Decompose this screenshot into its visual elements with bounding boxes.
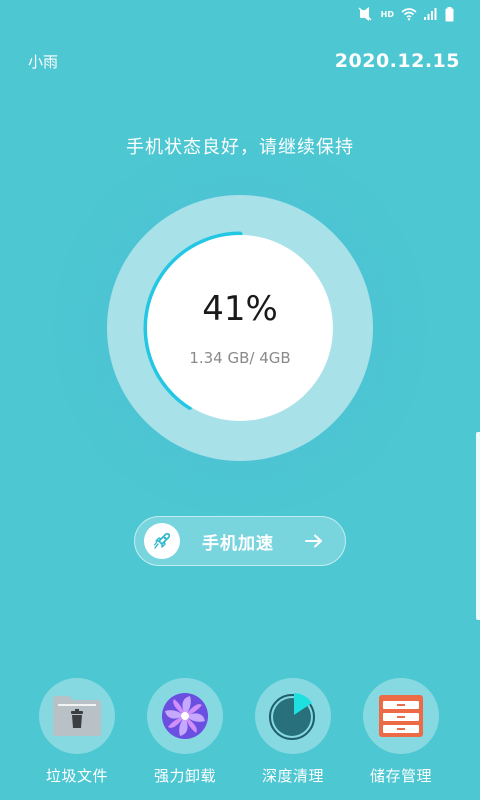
tool-label: 垃圾文件 [45,767,108,785]
tool-icon-circle [363,678,439,754]
tool-label: 储存管理 [369,767,432,785]
pie-clean-icon [269,693,315,740]
phone-boost-button[interactable]: 手机加速 [134,516,346,566]
memory-usage: 1.34 GB/ 4GB [189,349,291,367]
memory-percent: 41% [202,289,278,329]
tool-icon-circle [39,678,115,754]
rocket-icon [144,523,180,559]
user-name: 小雨 [28,52,59,71]
trash-folder-icon [53,696,101,736]
status-bar: HD [0,0,480,28]
pinwheel-icon [162,693,208,739]
tool-junk-files[interactable]: 垃圾文件 [22,678,132,786]
header: 小雨 2020.12.15 [28,48,460,74]
tool-label: 深度清理 [261,767,324,785]
arrow-right-icon [305,534,323,548]
signal-icon [424,8,438,20]
tool-label: 强力卸载 [153,767,216,785]
tool-storage-management[interactable]: 储存管理 [346,678,456,786]
current-date: 2020.12.15 [334,50,460,72]
phone-boost-label: 手机加速 [202,533,274,554]
tools-row: 垃圾文件 强力卸载 深度清理 储存管理 [0,678,480,788]
tool-icon-circle [255,678,331,754]
hd-icon: HD [380,9,394,19]
tool-force-uninstall[interactable]: 强力卸载 [130,678,240,786]
mute-vibrate-icon [358,7,374,21]
storage-cabinet-icon [379,695,423,737]
tool-deep-clean[interactable]: 深度清理 [238,678,348,786]
wifi-icon [401,7,417,21]
side-drawer-handle[interactable] [476,432,480,620]
battery-icon [445,6,454,22]
tool-icon-circle [147,678,223,754]
status-message: 手机状态良好，请继续保持 [126,137,354,158]
